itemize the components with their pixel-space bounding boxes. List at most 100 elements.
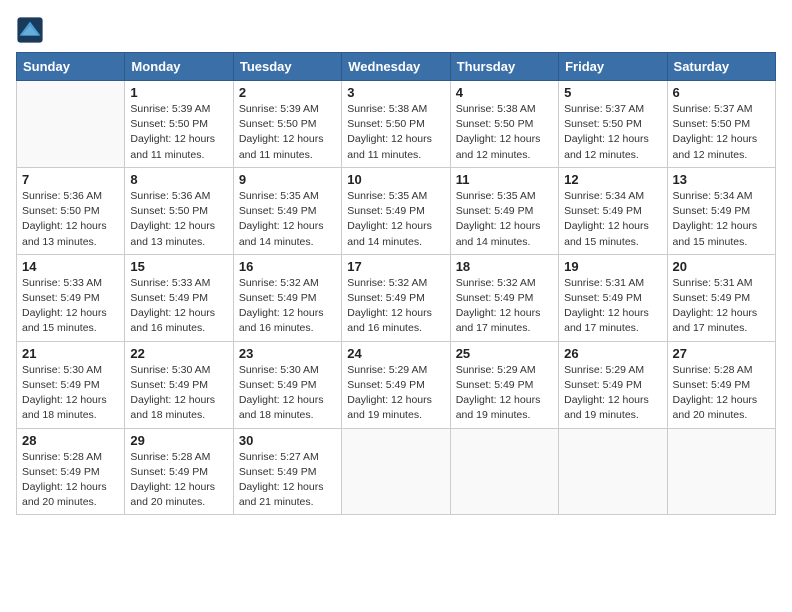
day-number: 7: [22, 172, 119, 187]
day-number: 13: [673, 172, 770, 187]
day-number: 20: [673, 259, 770, 274]
day-number: 22: [130, 346, 227, 361]
day-number: 3: [347, 85, 444, 100]
calendar-table: SundayMondayTuesdayWednesdayThursdayFrid…: [16, 52, 776, 515]
calendar-week-row: 28 Sunrise: 5:28 AM Sunset: 5:49 PM Dayli…: [17, 428, 776, 515]
calendar-cell: 9Sunrise: 5:35 AM Sunset: 5:49 PM Daylig…: [233, 167, 341, 254]
calendar-week-row: 1 Sunrise: 5:39 AM Sunset: 5:50 PM Daylig…: [17, 81, 776, 168]
col-header-sunday: Sunday: [17, 53, 125, 81]
calendar-cell: 10 Sunrise: 5:35 AM Sunset: 5:49 PM Dayli…: [342, 167, 450, 254]
day-number: 6: [673, 85, 770, 100]
day-info: Sunrise: 5:32 AM Sunset: 5:49 PM Dayligh…: [347, 276, 444, 337]
calendar-cell: 8Sunrise: 5:36 AM Sunset: 5:50 PM Daylig…: [125, 167, 233, 254]
col-header-wednesday: Wednesday: [342, 53, 450, 81]
calendar-cell: 12 Sunrise: 5:34 AM Sunset: 5:49 PM Dayli…: [559, 167, 667, 254]
calendar-cell: 25 Sunrise: 5:29 AM Sunset: 5:49 PM Dayli…: [450, 341, 558, 428]
calendar-cell: 6 Sunrise: 5:37 AM Sunset: 5:50 PM Daylig…: [667, 81, 775, 168]
day-number: 16: [239, 259, 336, 274]
calendar-cell: 19 Sunrise: 5:31 AM Sunset: 5:49 PM Dayli…: [559, 254, 667, 341]
day-info: Sunrise: 5:32 AM Sunset: 5:49 PM Dayligh…: [456, 276, 553, 337]
calendar-cell: [667, 428, 775, 515]
calendar-cell: 21 Sunrise: 5:30 AM Sunset: 5:49 PM Dayli…: [17, 341, 125, 428]
day-number: 5: [564, 85, 661, 100]
calendar-cell: [559, 428, 667, 515]
day-info: Sunrise: 5:30 AM Sunset: 5:49 PM Dayligh…: [239, 363, 336, 424]
calendar-cell: 5Sunrise: 5:37 AM Sunset: 5:50 PM Daylig…: [559, 81, 667, 168]
calendar-cell: 2 Sunrise: 5:39 AM Sunset: 5:50 PM Daylig…: [233, 81, 341, 168]
day-info: Sunrise: 5:30 AM Sunset: 5:49 PM Dayligh…: [130, 363, 227, 424]
day-info: Sunrise: 5:38 AM Sunset: 5:50 PM Dayligh…: [456, 102, 553, 163]
col-header-friday: Friday: [559, 53, 667, 81]
calendar-week-row: 21 Sunrise: 5:30 AM Sunset: 5:49 PM Dayli…: [17, 341, 776, 428]
calendar-cell: 15 Sunrise: 5:33 AM Sunset: 5:49 PM Dayli…: [125, 254, 233, 341]
calendar-cell: 7 Sunrise: 5:36 AM Sunset: 5:50 PM Daylig…: [17, 167, 125, 254]
day-number: 17: [347, 259, 444, 274]
calendar-cell: 18Sunrise: 5:32 AM Sunset: 5:49 PM Dayli…: [450, 254, 558, 341]
day-number: 12: [564, 172, 661, 187]
day-info: Sunrise: 5:34 AM Sunset: 5:49 PM Dayligh…: [564, 189, 661, 250]
calendar-cell: 30 Sunrise: 5:27 AM Sunset: 5:49 PM Dayli…: [233, 428, 341, 515]
day-info: Sunrise: 5:29 AM Sunset: 5:49 PM Dayligh…: [456, 363, 553, 424]
day-info: Sunrise: 5:35 AM Sunset: 5:49 PM Dayligh…: [347, 189, 444, 250]
day-info: Sunrise: 5:36 AM Sunset: 5:50 PM Dayligh…: [22, 189, 119, 250]
day-info: Sunrise: 5:39 AM Sunset: 5:50 PM Dayligh…: [239, 102, 336, 163]
day-number: 21: [22, 346, 119, 361]
logo: [16, 16, 48, 44]
day-number: 27: [673, 346, 770, 361]
calendar-cell: 3 Sunrise: 5:38 AM Sunset: 5:50 PM Daylig…: [342, 81, 450, 168]
calendar-cell: 1 Sunrise: 5:39 AM Sunset: 5:50 PM Daylig…: [125, 81, 233, 168]
day-number: 30: [239, 433, 336, 448]
day-info: Sunrise: 5:31 AM Sunset: 5:49 PM Dayligh…: [673, 276, 770, 337]
calendar-cell: 29 Sunrise: 5:28 AM Sunset: 5:49 PM Dayli…: [125, 428, 233, 515]
day-number: 11: [456, 172, 553, 187]
day-info: Sunrise: 5:36 AM Sunset: 5:50 PM Dayligh…: [130, 189, 227, 250]
day-info: Sunrise: 5:28 AM Sunset: 5:49 PM Dayligh…: [22, 450, 119, 511]
col-header-thursday: Thursday: [450, 53, 558, 81]
calendar-header-row: SundayMondayTuesdayWednesdayThursdayFrid…: [17, 53, 776, 81]
day-info: Sunrise: 5:39 AM Sunset: 5:50 PM Dayligh…: [130, 102, 227, 163]
day-info: Sunrise: 5:35 AM Sunset: 5:49 PM Dayligh…: [456, 189, 553, 250]
calendar-cell: 28 Sunrise: 5:28 AM Sunset: 5:49 PM Dayli…: [17, 428, 125, 515]
calendar-cell: [450, 428, 558, 515]
day-info: Sunrise: 5:27 AM Sunset: 5:49 PM Dayligh…: [239, 450, 336, 511]
day-info: Sunrise: 5:30 AM Sunset: 5:49 PM Dayligh…: [22, 363, 119, 424]
day-info: Sunrise: 5:29 AM Sunset: 5:49 PM Dayligh…: [564, 363, 661, 424]
calendar-cell: 11 Sunrise: 5:35 AM Sunset: 5:49 PM Dayli…: [450, 167, 558, 254]
day-number: 29: [130, 433, 227, 448]
calendar-week-row: 14Sunrise: 5:33 AM Sunset: 5:49 PM Dayli…: [17, 254, 776, 341]
day-info: Sunrise: 5:28 AM Sunset: 5:49 PM Dayligh…: [130, 450, 227, 511]
day-number: 1: [130, 85, 227, 100]
calendar-cell: 23 Sunrise: 5:30 AM Sunset: 5:49 PM Dayli…: [233, 341, 341, 428]
day-number: 23: [239, 346, 336, 361]
day-info: Sunrise: 5:28 AM Sunset: 5:49 PM Dayligh…: [673, 363, 770, 424]
day-info: Sunrise: 5:33 AM Sunset: 5:49 PM Dayligh…: [22, 276, 119, 337]
day-number: 4: [456, 85, 553, 100]
day-number: 9: [239, 172, 336, 187]
calendar-cell: 27 Sunrise: 5:28 AM Sunset: 5:49 PM Dayli…: [667, 341, 775, 428]
col-header-tuesday: Tuesday: [233, 53, 341, 81]
day-info: Sunrise: 5:29 AM Sunset: 5:49 PM Dayligh…: [347, 363, 444, 424]
calendar-cell: 14Sunrise: 5:33 AM Sunset: 5:49 PM Dayli…: [17, 254, 125, 341]
day-number: 24: [347, 346, 444, 361]
day-info: Sunrise: 5:37 AM Sunset: 5:50 PM Dayligh…: [673, 102, 770, 163]
calendar-cell: 20 Sunrise: 5:31 AM Sunset: 5:49 PM Dayli…: [667, 254, 775, 341]
day-number: 2: [239, 85, 336, 100]
day-number: 15: [130, 259, 227, 274]
day-number: 19: [564, 259, 661, 274]
day-number: 28: [22, 433, 119, 448]
day-info: Sunrise: 5:38 AM Sunset: 5:50 PM Dayligh…: [347, 102, 444, 163]
calendar-cell: 22 Sunrise: 5:30 AM Sunset: 5:49 PM Dayli…: [125, 341, 233, 428]
logo-icon: [16, 16, 44, 44]
day-info: Sunrise: 5:32 AM Sunset: 5:49 PM Dayligh…: [239, 276, 336, 337]
calendar-cell: 24 Sunrise: 5:29 AM Sunset: 5:49 PM Dayli…: [342, 341, 450, 428]
calendar-cell: [17, 81, 125, 168]
calendar-cell: 26 Sunrise: 5:29 AM Sunset: 5:49 PM Dayli…: [559, 341, 667, 428]
calendar-cell: 17 Sunrise: 5:32 AM Sunset: 5:49 PM Dayli…: [342, 254, 450, 341]
calendar-cell: 13 Sunrise: 5:34 AM Sunset: 5:49 PM Dayli…: [667, 167, 775, 254]
day-number: 10: [347, 172, 444, 187]
day-number: 26: [564, 346, 661, 361]
day-info: Sunrise: 5:31 AM Sunset: 5:49 PM Dayligh…: [564, 276, 661, 337]
day-number: 25: [456, 346, 553, 361]
day-info: Sunrise: 5:34 AM Sunset: 5:49 PM Dayligh…: [673, 189, 770, 250]
day-info: Sunrise: 5:33 AM Sunset: 5:49 PM Dayligh…: [130, 276, 227, 337]
